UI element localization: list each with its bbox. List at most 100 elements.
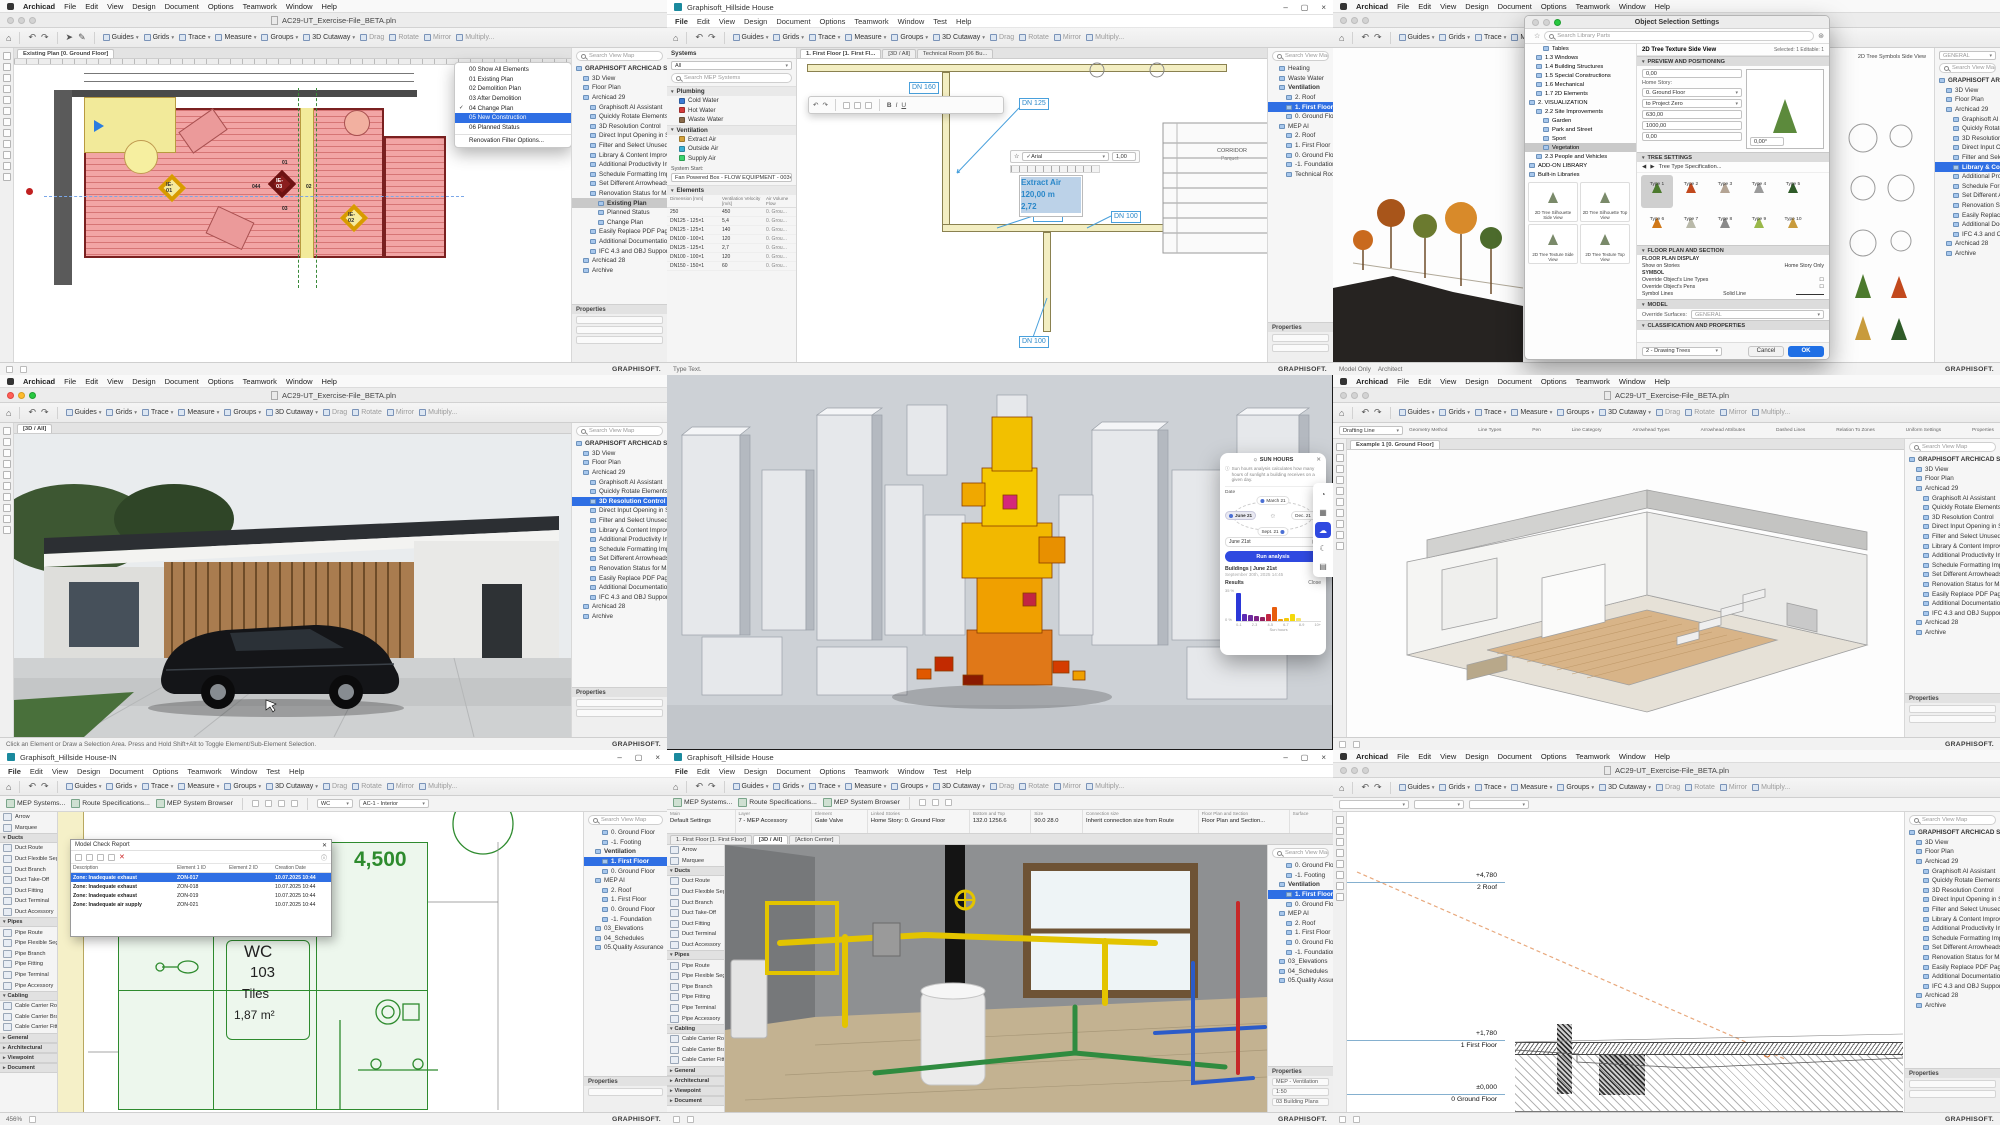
- menu-item[interactable]: Design: [1465, 2, 1488, 11]
- menu-item[interactable]: Document: [776, 767, 810, 776]
- view-map-item[interactable]: Archicad 28: [1905, 991, 2000, 1001]
- toolbox-item[interactable]: Pipe Branch: [667, 982, 724, 993]
- library-tree-item[interactable]: Vegetation: [1525, 143, 1636, 152]
- sun-hours-tool-icon[interactable]: ☁: [1315, 522, 1331, 538]
- underline-button[interactable]: U: [901, 102, 906, 109]
- home-icon[interactable]: ⌂: [1339, 783, 1344, 793]
- library-tree-item[interactable]: 2. VISUALIZATION: [1525, 98, 1636, 107]
- library-tree-item[interactable]: Built-in Libraries: [1525, 170, 1636, 179]
- view-map-item[interactable]: 3D Resolution Control: [1935, 134, 2000, 144]
- tool-strip[interactable]: [0, 423, 14, 737]
- tool-icon[interactable]: [919, 799, 926, 806]
- group-ventilation[interactable]: Ventilation: [667, 125, 796, 135]
- bold-button[interactable]: B: [887, 102, 892, 109]
- menu-item[interactable]: Edit: [85, 377, 98, 386]
- redo-icon[interactable]: ↷: [1374, 407, 1382, 418]
- menu-item[interactable]: Design: [744, 17, 767, 26]
- view-map-item[interactable]: MEP AI: [1268, 122, 1333, 132]
- tree-type-cell[interactable]: Type 7: [1675, 210, 1707, 243]
- tool-icon[interactable]: [265, 800, 272, 807]
- toolbar-button[interactable]: Measure: [1511, 784, 1552, 791]
- toolbox-item[interactable]: Duct Route: [667, 876, 724, 887]
- view-map-item[interactable]: -1. Foundation: [584, 914, 667, 924]
- infobar-section[interactable]: Floor Plan and Section Floor Plan and Se…: [1199, 810, 1290, 833]
- menu-item[interactable]: Teamwork: [1576, 752, 1610, 761]
- group-plumbing[interactable]: Plumbing: [667, 86, 796, 96]
- toolbar-button[interactable]: Guides: [733, 783, 769, 790]
- elements-header[interactable]: Elements: [667, 185, 796, 195]
- view-map-search[interactable]: Search View Map: [1939, 63, 1996, 73]
- menu-item[interactable]: Window: [231, 767, 258, 776]
- view-map-item[interactable]: Filter and Select Unused Views: [1905, 532, 2000, 542]
- toolbox-item[interactable]: Duct Fitting: [0, 886, 57, 897]
- view-map-item[interactable]: Waste Water: [1268, 74, 1333, 84]
- view-map-item[interactable]: Schedule Formatting Improvements: [1905, 561, 2000, 571]
- favorites-star-icon[interactable]: ☆: [1014, 153, 1019, 160]
- font-family-combo[interactable]: ✓Arial: [1022, 152, 1109, 161]
- home-icon[interactable]: ⌂: [6, 33, 11, 43]
- check-tool-icon[interactable]: [75, 854, 82, 861]
- view-map-item[interactable]: Set Different Arrowheads for Line Tools: [1905, 943, 2000, 953]
- view-map-item[interactable]: 0. Ground Floor: [1268, 861, 1333, 871]
- view-tab[interactable]: 1. First Floor [1. First Floor]: [670, 835, 752, 844]
- view-map-item[interactable]: 0. Ground Floor: [584, 828, 667, 838]
- menu-item[interactable]: Document: [165, 377, 199, 386]
- label-dn160[interactable]: DN 160: [909, 82, 939, 94]
- toolbar-button[interactable]: Groups: [224, 409, 261, 416]
- menu-item[interactable]: Window: [1619, 2, 1646, 11]
- infobar-section-label[interactable]: Arrowhead Attributes: [1701, 428, 1746, 433]
- view-tab[interactable]: Technical Room [06 Bu...: [917, 49, 993, 58]
- element-row[interactable]: DN125 - 125×12,70. Grou...: [667, 244, 796, 253]
- toolbox-item[interactable]: Document: [667, 1096, 724, 1106]
- toolbar-button[interactable]: Grids: [773, 783, 804, 790]
- view-map-item[interactable]: Filter and Select Unused Views: [1905, 905, 2000, 915]
- view-map-item[interactable]: Archive: [572, 265, 667, 275]
- duct-horizontal-mid[interactable]: [942, 224, 1227, 232]
- window-titlebar[interactable]: AC29-UT_Exercise-File_BETA.pln: [1333, 763, 2000, 778]
- menu-item[interactable]: Options: [153, 767, 179, 776]
- line-type-combo[interactable]: Drafting Line: [1339, 426, 1403, 435]
- properties-header[interactable]: Properties: [1268, 323, 1333, 332]
- menu-item[interactable]: Teamwork: [243, 377, 277, 386]
- route-specs-button[interactable]: Route Specifications...: [71, 799, 150, 808]
- view-map-item[interactable]: Floor Plan: [1905, 847, 2000, 857]
- view-map-item[interactable]: Direct Input Opening in Section/Elevatio…: [572, 506, 667, 516]
- view-map-item[interactable]: Graphisoft AI Assistant: [572, 477, 667, 487]
- col-velocity[interactable]: Ventilation Velocity [m/s]: [722, 196, 766, 206]
- toolbar-button[interactable]: 3D Cutaway: [1599, 784, 1651, 791]
- toolbar-button[interactable]: Grids: [1439, 784, 1470, 791]
- infobar-section[interactable]: Linked Stories Home Story: 0. Ground Flo…: [868, 810, 970, 833]
- menu-item[interactable]: Archicad: [23, 377, 55, 386]
- view-map-item[interactable]: Schedule Formatting Improvements: [572, 170, 667, 180]
- view-map-search[interactable]: Search View Map: [588, 815, 663, 825]
- element-row[interactable]: 2504500. Grou...: [667, 208, 796, 217]
- text-edit-box[interactable]: Extract Air 120,00 m 2,72: [1019, 175, 1083, 217]
- view-map-item[interactable]: Archicad 28: [572, 256, 667, 266]
- align-right-icon[interactable]: [865, 102, 872, 109]
- toolbar-button[interactable]: Multiply...: [1752, 784, 1790, 791]
- toolbox-item[interactable]: Arrow: [667, 845, 724, 856]
- infobar-section[interactable]: Element Gate Valve: [812, 810, 868, 833]
- view-map-item[interactable]: Set Different Arrowheads for Line Tools: [1935, 191, 2000, 201]
- traffic-lights[interactable]: [7, 17, 36, 24]
- next-arrow-icon[interactable]: ▶: [1650, 164, 1654, 170]
- width-field[interactable]: 1000,00: [1642, 121, 1742, 130]
- toolbar-button[interactable]: 3D Cutaway: [266, 783, 318, 790]
- rotation-field[interactable]: 0,00°: [1750, 137, 1784, 146]
- toolbar-button[interactable]: Trace: [809, 783, 840, 790]
- route-specs-button[interactable]: Route Specifications...: [738, 798, 817, 807]
- toolbox-item[interactable]: Duct Flexible Segment: [667, 887, 724, 898]
- date-june[interactable]: June 21: [1225, 511, 1256, 520]
- home-icon[interactable]: ⌂: [673, 33, 678, 43]
- view-map-item[interactable]: 3D Resolution Control: [572, 497, 667, 507]
- view-map-item[interactable]: 3D View: [1905, 838, 2000, 848]
- menu-item[interactable]: Test: [266, 767, 280, 776]
- undo-icon[interactable]: ↶: [1361, 407, 1369, 418]
- toolbar-button[interactable]: Guides: [733, 34, 769, 41]
- menu-item[interactable]: File: [64, 377, 76, 386]
- scale-combo[interactable]: [1414, 800, 1464, 809]
- view-map-item[interactable]: Archicad 29: [572, 93, 667, 103]
- element-row[interactable]: DN150 - 150×1600. Grou...: [667, 262, 796, 271]
- toolbar-button[interactable]: Grids: [1439, 409, 1470, 416]
- property-row[interactable]: [576, 316, 663, 324]
